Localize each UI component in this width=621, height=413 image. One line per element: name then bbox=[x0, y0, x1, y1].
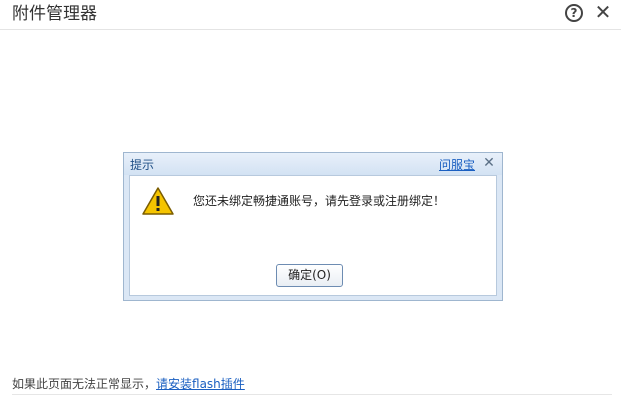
warning-icon bbox=[142, 187, 174, 215]
install-flash-link[interactable]: 请安装flash插件 bbox=[156, 377, 245, 391]
dialog-title: 提示 bbox=[130, 158, 155, 172]
help-circle-icon[interactable]: ? bbox=[565, 4, 583, 22]
dialog-close-icon[interactable]: ✕ bbox=[482, 154, 496, 172]
dialog-message: 您还未绑定畅捷通账号，请先登录或注册绑定！ bbox=[193, 194, 446, 208]
title-bar: 附件管理器 ? ✕ bbox=[0, 0, 621, 30]
ok-button[interactable]: 确定(O) bbox=[276, 264, 343, 287]
footer-divider bbox=[12, 394, 612, 395]
dialog-header: 提示 问服宝 ✕ bbox=[124, 153, 502, 175]
service-link[interactable]: 问服宝 bbox=[439, 156, 475, 173]
prompt-dialog: 提示 问服宝 ✕ 您还未绑定畅捷通账号，请先登录或注册绑定！ 确定(O) bbox=[123, 152, 503, 301]
attachment-manager-window: 附件管理器 ? ✕ 提示 问服宝 ✕ 您还未绑定畅捷通账号，请先登录或注册绑定！… bbox=[0, 0, 621, 413]
window-title: 附件管理器 bbox=[12, 4, 97, 24]
close-icon[interactable]: ✕ bbox=[592, 1, 614, 23]
footer-text: 如果此页面无法正常显示， bbox=[12, 377, 157, 391]
footer-notice: 如果此页面无法正常显示，请安装flash插件 bbox=[12, 376, 245, 392]
dialog-body: 您还未绑定畅捷通账号，请先登录或注册绑定！ 确定(O) bbox=[129, 175, 497, 296]
